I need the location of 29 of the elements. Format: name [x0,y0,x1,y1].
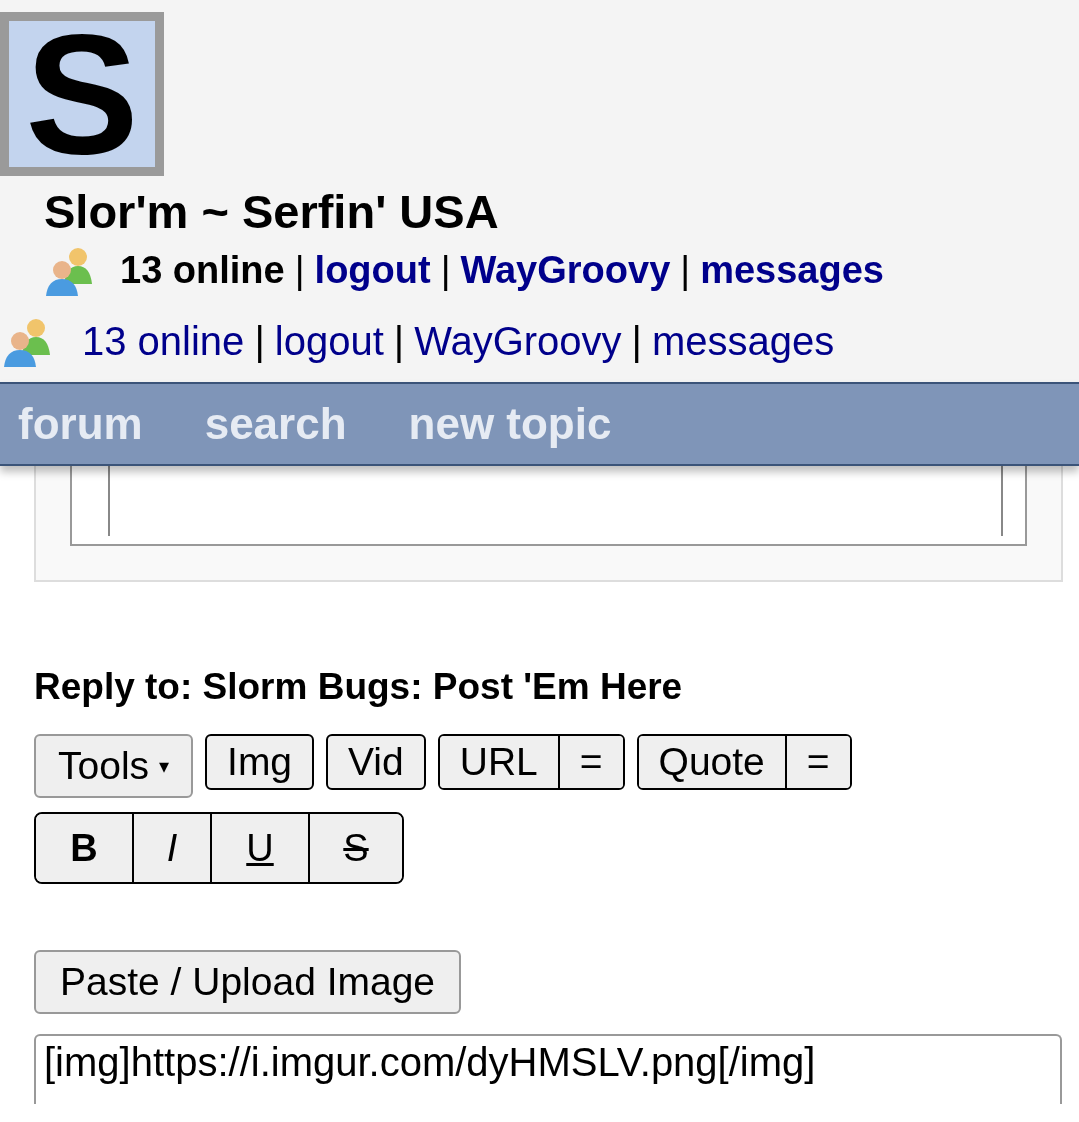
online-count: 13 online [120,248,285,292]
separator: | [254,318,265,364]
toolbar-button[interactable]: Vid [326,734,426,790]
format-button[interactable]: S [308,814,402,882]
site-logo[interactable]: S [0,12,164,176]
header-link[interactable]: logout [274,318,384,364]
header-link[interactable]: WayGroovy [414,318,622,364]
tools-dropdown[interactable]: Tools ▾ [34,734,194,798]
caret-icon: ▾ [159,754,170,778]
header-link[interactable]: messages [652,318,835,364]
separator: | [393,318,405,364]
site-title: Slor'm ~ Serfin' USA [44,184,500,240]
separator: | [680,248,691,292]
separator: | [440,248,451,292]
header-link[interactable]: logout [314,248,431,292]
format-button[interactable]: B [36,814,132,882]
separator: | [294,248,305,292]
header-link[interactable]: messages [700,248,884,292]
online-count[interactable]: 13 online [82,318,245,364]
format-button[interactable]: U [210,814,308,882]
toolbar-button[interactable]: = [557,736,623,788]
message-field[interactable]: [img]https://i.imgur.com/dyHMSLV.png[/img] [34,1034,1062,1104]
toolbar-button[interactable]: = [784,736,850,788]
toolbar-button[interactable]: Img [205,734,315,790]
separator: | [631,318,642,364]
format-button[interactable]: I [132,814,210,882]
header-link[interactable]: WayGroovy [460,248,671,292]
reply-heading: Reply to: Slorm Bugs: Post 'Em Here [34,666,684,708]
upload-button[interactable]: Paste / Upload Image [34,950,462,1014]
